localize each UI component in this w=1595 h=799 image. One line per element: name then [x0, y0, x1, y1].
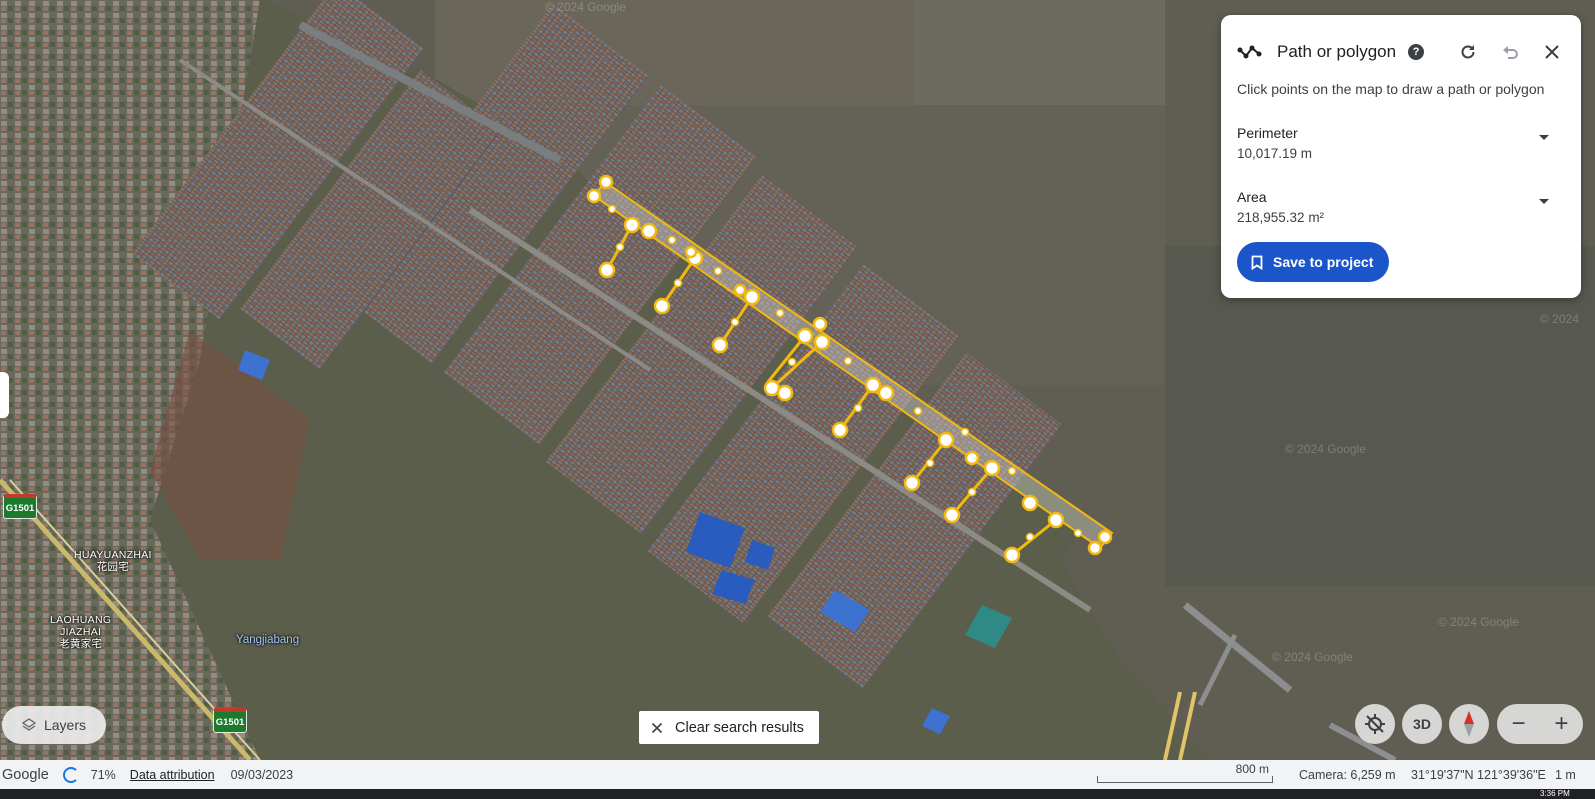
google-logo: Google — [2, 766, 49, 783]
load-progress: 71% — [90, 767, 116, 782]
highway-shield: G1501 — [213, 708, 247, 733]
ground-elevation: 1 m — [1555, 768, 1576, 782]
panel-hint: Click points on the map to draw a path o… — [1237, 81, 1545, 97]
compass-button[interactable] — [1449, 704, 1489, 744]
imagery-watermark: © 2024 — [1540, 312, 1579, 326]
imagery-watermark: © 2024 Google — [1272, 650, 1353, 664]
panel-header: Path or polygon ? — [1237, 37, 1565, 67]
place-label-huayuanzhai[interactable]: HUAYUANZHAI 花园宅 — [74, 549, 152, 573]
chevron-down-icon[interactable] — [1539, 135, 1549, 140]
chevron-down-icon[interactable] — [1539, 199, 1549, 204]
status-bar: Google 71% Data attribution 09/03/2023 8… — [0, 760, 1595, 789]
perimeter-label: Perimeter — [1237, 125, 1298, 141]
scale-bar[interactable]: 800 m — [1097, 760, 1283, 789]
area-value: 218,955.32 m² — [1237, 210, 1325, 225]
area-label: Area — [1237, 189, 1267, 205]
panel-actions — [1455, 39, 1565, 65]
panel-title: Path or polygon — [1277, 42, 1397, 61]
layers-button[interactable]: Layers — [2, 706, 106, 744]
area-row[interactable]: Area 218,955.32 m² — [1237, 189, 1565, 225]
perimeter-row[interactable]: Perimeter 10,017.19 m — [1237, 125, 1565, 161]
close-icon — [651, 722, 663, 733]
layers-label: Layers — [43, 717, 87, 733]
imagery-date: 09/03/2023 — [230, 767, 294, 782]
zoom-control: − + — [1497, 704, 1583, 744]
side-panel-handle[interactable] — [0, 372, 9, 418]
scale-line — [1097, 776, 1273, 783]
camera-altitude: Camera: 6,259 m — [1299, 768, 1396, 782]
3d-label: 3D — [1413, 716, 1431, 732]
refresh-icon[interactable] — [1455, 39, 1481, 65]
path-icon — [1237, 45, 1262, 59]
perimeter-value: 10,017.19 m — [1237, 146, 1313, 161]
place-label-laohuang[interactable]: LAOHUANG JIAZHAI 老黄家宅 — [50, 614, 111, 650]
3d-button[interactable]: 3D — [1402, 704, 1442, 744]
clock: 3:36 PM — [1540, 789, 1570, 798]
imagery-watermark: © 2024 Google — [1438, 615, 1519, 629]
save-label: Save to project — [1273, 254, 1374, 270]
place-name-zh: 老黄家宅 — [59, 638, 103, 650]
undo-icon[interactable] — [1497, 39, 1523, 65]
highway-shield: G1501 — [3, 494, 37, 519]
loading-spinner-icon — [62, 766, 79, 783]
clear-search-label: Clear search results — [675, 719, 804, 736]
clear-search-button[interactable]: Clear search results — [639, 711, 819, 744]
location-button[interactable] — [1355, 704, 1395, 744]
place-name-en: HUAYUANZHAI — [74, 549, 152, 561]
place-name-zh: 花园宅 — [96, 561, 130, 573]
zoom-in-button[interactable]: + — [1554, 712, 1568, 736]
measure-panel: Path or polygon ? Click points on the ma… — [1221, 15, 1581, 298]
imagery-watermark: © 2024 Google — [1285, 442, 1366, 456]
help-icon[interactable]: ? — [1408, 44, 1425, 60]
save-to-project-button[interactable]: Save to project — [1237, 242, 1390, 282]
compass-icon — [1464, 711, 1474, 737]
scale-label: 800 m — [1235, 762, 1269, 776]
place-name-en: JIAZHAI — [60, 626, 102, 638]
road-label[interactable]: Yangjiabang — [236, 634, 299, 646]
close-icon[interactable] — [1539, 39, 1565, 65]
place-name-en: LAOHUANG — [50, 614, 112, 626]
zoom-out-button[interactable]: − — [1511, 712, 1525, 736]
location-off-icon — [1365, 714, 1385, 734]
bookmark-icon — [1251, 255, 1263, 270]
layers-icon — [21, 718, 36, 731]
taskbar-strip — [0, 789, 1595, 799]
cursor-coordinates: 31°19'37"N 121°39'36"E — [1411, 768, 1546, 782]
data-attribution-link[interactable]: Data attribution — [130, 768, 215, 782]
imagery-watermark: © 2024 Google — [545, 0, 626, 14]
